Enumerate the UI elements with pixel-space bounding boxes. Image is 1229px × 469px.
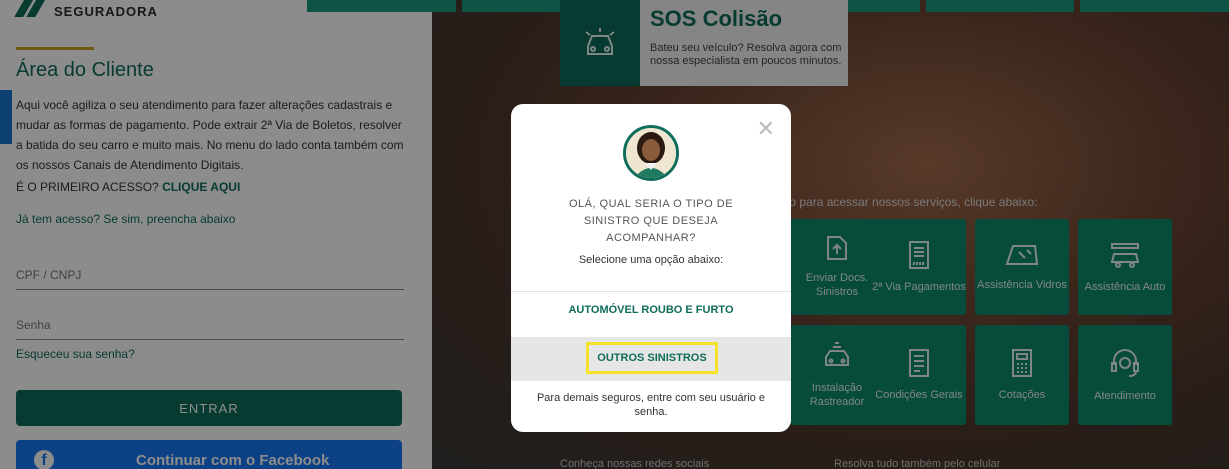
divider xyxy=(511,291,791,292)
option-auto-roubo-furto[interactable]: AUTOMÓVEL ROUBO E FURTO xyxy=(511,304,791,316)
assistant-avatar xyxy=(623,125,679,181)
close-icon[interactable]: ✕ xyxy=(757,118,775,140)
modal-question: OLÁ, QUAL SERIA O TIPO DE SINISTRO QUE D… xyxy=(568,198,734,244)
claim-type-modal: ✕ OLÁ, QUAL SERIA O TIPO DE SINISTRO QUE… xyxy=(511,104,791,432)
option-outros-sinistros[interactable]: OUTROS SINISTROS xyxy=(586,342,718,374)
modal-footnote: Para demais seguros, entre com seu usuár… xyxy=(536,392,766,418)
modal-select-hint: Selecione uma opção abaixo: xyxy=(578,254,724,266)
